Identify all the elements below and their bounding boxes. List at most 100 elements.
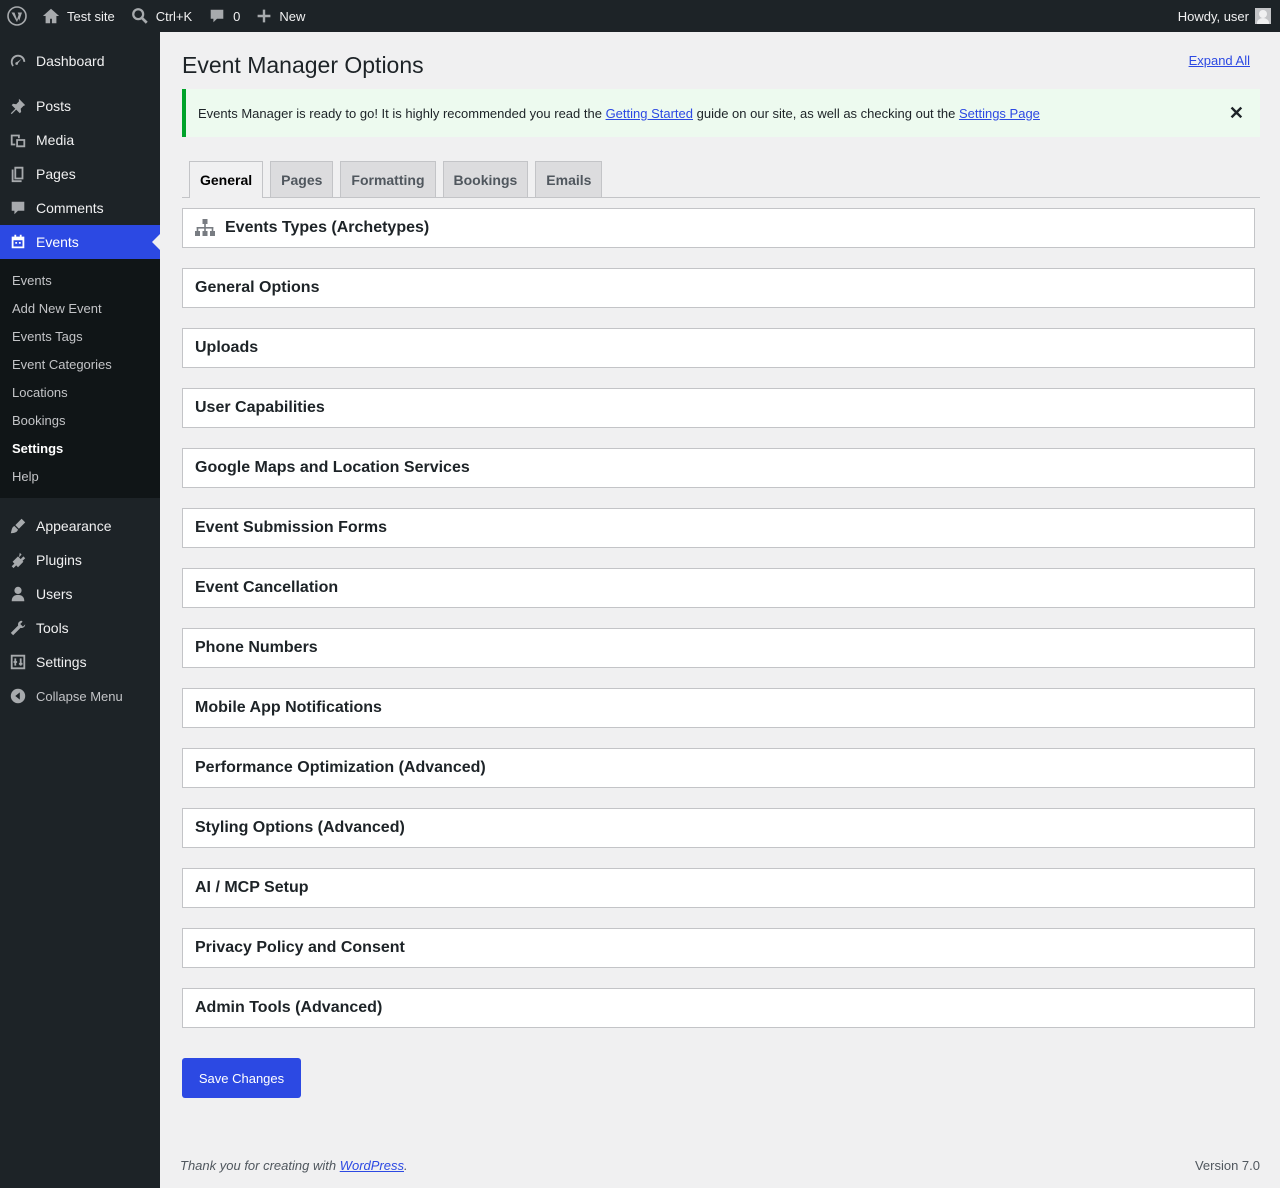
menu-comments[interactable]: Comments <box>0 191 160 225</box>
new-label: New <box>279 8 306 24</box>
section-phone-numbers[interactable]: Phone Numbers <box>182 628 1255 668</box>
menu-users[interactable]: Users <box>0 577 160 611</box>
submenu-help[interactable]: Help <box>0 462 160 490</box>
section-title: Google Maps and Location Services <box>195 459 470 476</box>
submenu-settings[interactable]: Settings <box>0 434 160 462</box>
dashboard-icon <box>0 52 36 70</box>
submenu-events[interactable]: Events <box>0 266 160 294</box>
success-notice: Events Manager is ready to go! It is hig… <box>182 89 1260 137</box>
submenu-events-tags[interactable]: Events Tags <box>0 322 160 350</box>
footer-thanks-suffix: . <box>404 1158 408 1173</box>
menu-pages[interactable]: Pages <box>0 157 160 191</box>
section-title: Mobile App Notifications <box>195 699 382 716</box>
menu-label: Users <box>36 586 73 602</box>
section-admin-tools[interactable]: Admin Tools (Advanced) <box>182 988 1255 1028</box>
section-title: Styling Options (Advanced) <box>195 819 405 836</box>
menu-label: Appearance <box>36 518 112 534</box>
section-ai-mcp-setup[interactable]: AI / MCP Setup <box>182 868 1255 908</box>
brush-icon <box>0 517 36 535</box>
menu-label: Settings <box>36 654 87 670</box>
section-event-cancellation[interactable]: Event Cancellation <box>182 568 1255 608</box>
footer-thanks: Thank you for creating with WordPress. <box>180 1158 408 1173</box>
hierarchy-icon <box>195 219 215 237</box>
media-icon <box>0 131 36 149</box>
menu-label: Dashboard <box>36 53 105 69</box>
menu-label: Comments <box>36 200 104 216</box>
menu-settings[interactable]: Settings <box>0 645 160 679</box>
pages-icon <box>0 165 36 183</box>
submenu-locations[interactable]: Locations <box>0 378 160 406</box>
section-title: Phone Numbers <box>195 639 318 656</box>
section-title: Event Submission Forms <box>195 519 388 536</box>
collapse-menu-button[interactable]: Collapse Menu <box>0 679 160 713</box>
tab-general[interactable]: General <box>189 161 264 198</box>
menu-label: Plugins <box>36 552 82 568</box>
tab-bookings[interactable]: Bookings <box>442 161 529 197</box>
notice-text: Events Manager is ready to go! It is hig… <box>198 105 606 121</box>
notice-message: Events Manager is ready to go! It is hig… <box>198 106 1040 121</box>
admin-bar: Test site Ctrl+K 0 New Howdy, user <box>0 0 1280 32</box>
section-title: User Capabilities <box>195 399 325 416</box>
command-palette-button[interactable]: Ctrl+K <box>123 0 200 32</box>
submenu-bookings[interactable]: Bookings <box>0 406 160 434</box>
footer-thanks-text: Thank you for creating with <box>180 1158 340 1173</box>
menu-label: Posts <box>36 98 72 114</box>
menu-label: Events <box>36 234 79 250</box>
avatar <box>1255 8 1271 24</box>
admin-sidebar: Dashboard Posts Media Pages Comments Eve… <box>0 32 160 1188</box>
comment-bubble-icon <box>210 9 224 23</box>
menu-appearance[interactable]: Appearance <box>0 509 160 543</box>
submenu-add-new-event[interactable]: Add New Event <box>0 294 160 322</box>
section-title: Event Cancellation <box>195 579 339 596</box>
section-styling-options[interactable]: Styling Options (Advanced) <box>182 808 1255 848</box>
settings-tabs: General Pages Formatting Bookings Emails <box>182 161 1260 198</box>
section-uploads[interactable]: Uploads <box>182 328 1255 368</box>
footer-version: Version 7.0 <box>1194 1158 1260 1173</box>
expand-all-link[interactable]: Expand All <box>1189 53 1250 68</box>
tab-emails[interactable]: Emails <box>535 161 603 197</box>
section-performance-optimization[interactable]: Performance Optimization (Advanced) <box>182 748 1255 788</box>
menu-tools[interactable]: Tools <box>0 611 160 645</box>
settings-page-link[interactable]: Settings Page <box>959 106 1040 121</box>
section-title: Privacy Policy and Consent <box>195 939 405 956</box>
submenu-event-categories[interactable]: Event Categories <box>0 350 160 378</box>
collapse-arrow-icon <box>0 687 36 705</box>
getting-started-link[interactable]: Getting Started <box>606 106 693 121</box>
wordpress-logo-icon[interactable] <box>0 0 34 32</box>
settings-icon <box>0 653 36 671</box>
section-events-types[interactable]: Events Types (Archetypes) <box>182 208 1255 248</box>
menu-media[interactable]: Media <box>0 123 160 157</box>
comments-link[interactable]: 0 <box>200 0 248 32</box>
account-menu[interactable]: Howdy, user <box>1170 0 1280 32</box>
section-google-maps[interactable]: Google Maps and Location Services <box>182 448 1255 488</box>
section-mobile-app-notifications[interactable]: Mobile App Notifications <box>182 688 1255 728</box>
home-icon <box>42 8 60 24</box>
search-icon <box>131 8 148 24</box>
menu-posts[interactable]: Posts <box>0 89 160 123</box>
section-title: Performance Optimization (Advanced) <box>195 759 486 776</box>
section-privacy-policy[interactable]: Privacy Policy and Consent <box>182 928 1255 968</box>
page-title: Event Manager Options <box>182 52 424 78</box>
section-title: AI / MCP Setup <box>195 879 309 896</box>
tab-formatting[interactable]: Formatting <box>340 161 436 197</box>
site-name-label: Test site <box>67 8 115 24</box>
menu-label: Media <box>36 132 75 148</box>
section-general-options[interactable]: General Options <box>182 268 1255 308</box>
plus-icon <box>258 9 271 23</box>
section-title: Admin Tools (Advanced) <box>195 999 383 1016</box>
menu-dashboard[interactable]: Dashboard <box>0 44 160 78</box>
section-title: Uploads <box>195 339 259 356</box>
wordpress-link[interactable]: WordPress <box>340 1158 404 1173</box>
save-changes-button[interactable]: Save Changes <box>182 1058 301 1098</box>
collapse-label: Collapse Menu <box>36 688 123 704</box>
section-event-submission-forms[interactable]: Event Submission Forms <box>182 508 1255 548</box>
section-user-capabilities[interactable]: User Capabilities <box>182 388 1255 428</box>
site-name-link[interactable]: Test site <box>34 0 123 32</box>
menu-plugins[interactable]: Plugins <box>0 543 160 577</box>
close-icon[interactable]: ✕ <box>1229 102 1244 124</box>
tab-pages[interactable]: Pages <box>270 161 334 197</box>
menu-events[interactable]: Events <box>0 225 160 259</box>
new-content-button[interactable]: New <box>248 0 313 32</box>
comments-count: 0 <box>233 8 241 24</box>
section-title: Events Types (Archetypes) <box>225 219 430 236</box>
